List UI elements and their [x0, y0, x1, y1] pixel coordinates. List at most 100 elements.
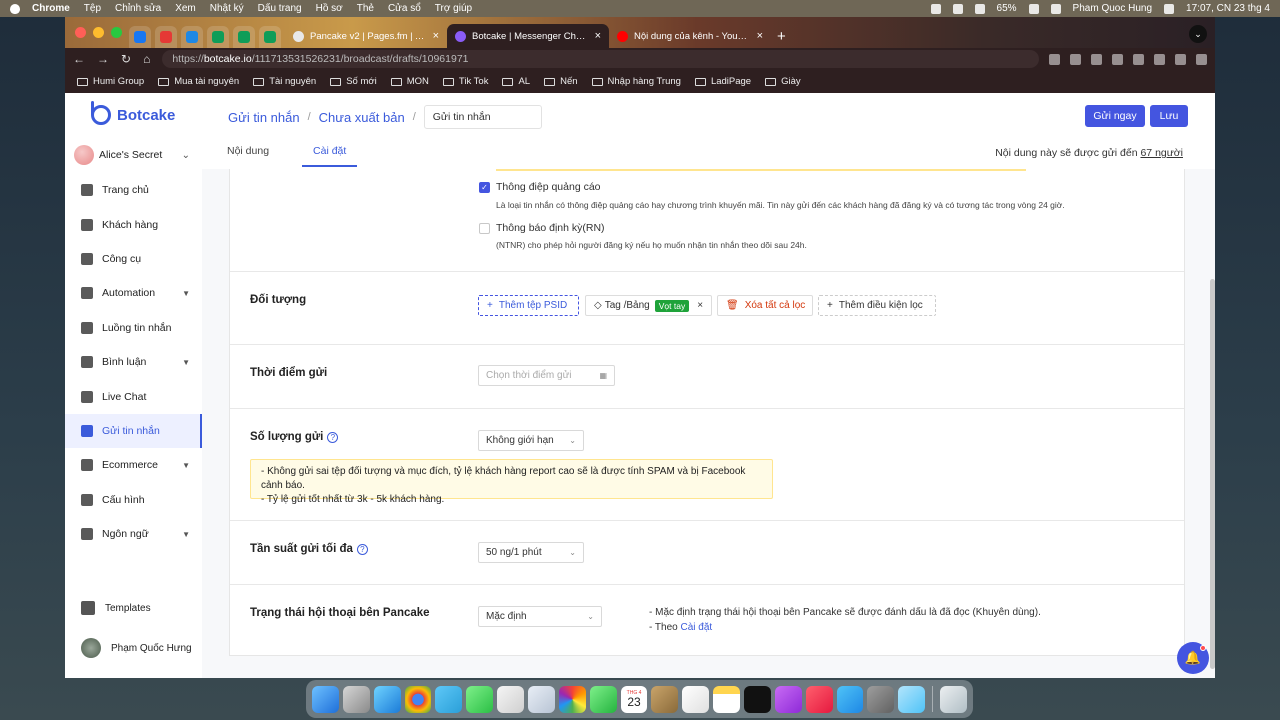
mail-icon[interactable] [528, 685, 555, 713]
pinned-tab-facebook[interactable] [129, 26, 151, 48]
browser-tab-active[interactable]: Botcake | Messenger Chatbot × [447, 24, 609, 48]
sidebar-item-live-chat[interactable]: Live Chat [65, 379, 202, 413]
trash-icon[interactable] [940, 685, 968, 713]
sidebar-item-flows[interactable]: Luồng tin nhắn [65, 311, 202, 345]
add-condition-button[interactable]: + Thêm điều kiện lọc [818, 295, 936, 316]
close-icon[interactable]: × [697, 300, 703, 311]
wifi-icon[interactable] [1050, 3, 1061, 14]
back-icon[interactable]: ← [73, 52, 85, 66]
sidebar-item-comments[interactable]: Bình luận ▼ [65, 345, 202, 379]
menu-item[interactable]: Chỉnh sửa [115, 3, 161, 14]
new-tab-icon[interactable]: + [777, 28, 786, 45]
checkbox-unchecked[interactable] [479, 222, 490, 234]
pinned-tab[interactable] [181, 26, 203, 48]
music-icon[interactable] [805, 685, 833, 713]
more-menu-icon[interactable] [1196, 53, 1207, 65]
apple-icon[interactable] [10, 3, 20, 14]
close-tab-icon[interactable]: × [757, 30, 763, 42]
menu-item[interactable]: Hồ sơ [316, 3, 343, 14]
bookmark-item[interactable]: AL [502, 76, 530, 87]
conversation-state-select[interactable]: Mặc định ⌄ [478, 606, 602, 627]
menu-item[interactable]: Dấu trang [258, 3, 302, 14]
tab-search-icon[interactable]: ⌄ [1189, 25, 1207, 43]
extension-icon[interactable] [1112, 53, 1123, 65]
send-time-picker[interactable]: Chọn thời điểm gửi ▦ [478, 365, 615, 386]
bookmark-item[interactable]: Tik Tok [442, 76, 488, 87]
menu-item[interactable]: Thẻ [357, 3, 374, 14]
reminders-icon[interactable] [682, 685, 710, 713]
close-window-icon[interactable] [75, 27, 86, 38]
menu-item[interactable]: Nhật ký [210, 3, 244, 14]
save-button[interactable]: Lưu [1150, 105, 1188, 127]
tab-settings[interactable]: Cài đặt [302, 145, 358, 167]
bookmark-item[interactable]: Nến [544, 76, 578, 87]
bookmark-item[interactable]: Tài nguyên [253, 76, 316, 87]
settings-link[interactable]: Cài đặt [681, 622, 713, 633]
facetime-icon[interactable] [589, 685, 617, 713]
sidebar-item-settings[interactable]: Cấu hình [65, 483, 202, 517]
tab-content[interactable]: Nội dung [227, 145, 269, 167]
spotlight-icon[interactable] [1164, 3, 1175, 14]
sidebar-item-tools[interactable]: Công cụ [65, 242, 202, 276]
safari-icon[interactable] [373, 685, 401, 713]
question-icon[interactable]: ? [356, 543, 368, 555]
menubar-clock[interactable]: 17:07, CN 23 thg 4 [1186, 3, 1270, 14]
browser-tab[interactable]: Pancake v2 | Pages.fm | Advan × [285, 24, 447, 48]
menu-item[interactable]: Cửa sổ [388, 3, 421, 14]
close-tab-icon[interactable]: × [433, 30, 439, 42]
broadcast-name-input[interactable]: Gửi tin nhắn [423, 105, 542, 129]
clear-filters-button[interactable]: 🗑 Xóa tất cả lọc [717, 295, 813, 316]
frequency-select[interactable]: 50 ng/1 phút ⌄ [478, 542, 584, 563]
page-selector[interactable]: Alice's Secret ⌄ [65, 137, 202, 173]
system-settings-icon[interactable] [867, 685, 895, 713]
user-profile[interactable]: Phạm Quốc Hưng [65, 628, 202, 668]
breadcrumb-link[interactable]: Chưa xuất bản [319, 110, 405, 125]
finder-icon[interactable] [312, 685, 339, 713]
add-psid-button[interactable]: + Thêm tệp PSID [478, 295, 579, 316]
bookmark-item[interactable]: Mua tài nguyên [158, 76, 239, 87]
bluetooth-icon[interactable] [974, 3, 985, 14]
menu-item[interactable]: Xem [175, 3, 196, 14]
app-store-icon[interactable] [836, 685, 864, 713]
photos-icon[interactable] [558, 685, 586, 713]
sidebar-icon[interactable] [1154, 53, 1165, 65]
send-quantity-select[interactable]: Không giới hạn ⌄ [478, 430, 584, 451]
pinned-tab[interactable] [155, 26, 177, 48]
menu-item[interactable]: Trợ giúp [435, 3, 472, 14]
podcasts-icon[interactable] [774, 685, 802, 713]
scrollbar[interactable] [1210, 279, 1215, 669]
reload-icon[interactable]: ↻ [121, 52, 131, 66]
pinned-tab-sheets[interactable] [259, 26, 281, 48]
apple-tv-icon[interactable] [744, 685, 771, 713]
launchpad-icon[interactable] [342, 685, 370, 713]
bookmark-item[interactable]: Humi Group [77, 76, 144, 87]
brand-logo[interactable]: Botcake [65, 93, 202, 137]
bookmark-item[interactable]: LadiPage [694, 76, 751, 87]
option-recurring-notification[interactable]: Thông báo định kỳ(RN) [479, 222, 605, 234]
bookmark-item[interactable]: Số mới [330, 76, 377, 87]
send-now-button[interactable]: Gửi ngay [1085, 105, 1145, 127]
puzzle-icon[interactable] [1133, 53, 1144, 65]
close-tab-icon[interactable]: × [595, 30, 601, 42]
url-field[interactable]: https:// botcake.io /111713531526231/bro… [162, 50, 1039, 68]
sidebar-item-customers[interactable]: Khách hàng [65, 207, 202, 241]
chrome-icon[interactable] [404, 685, 432, 713]
sidebar-item-broadcast[interactable]: Gửi tin nhắn [65, 413, 202, 449]
notes-icon[interactable] [713, 685, 741, 713]
sidebar-item-ecommerce[interactable]: Ecommerce ▼ [65, 448, 202, 482]
minimize-window-icon[interactable] [93, 27, 104, 38]
sidebar-item-templates[interactable]: Templates [65, 588, 202, 628]
menu-app-name[interactable]: Chrome [32, 3, 70, 14]
breadcrumb-link[interactable]: Gửi tin nhắn [228, 110, 300, 125]
google-icon[interactable] [1049, 53, 1060, 65]
messenger-icon[interactable] [952, 3, 963, 14]
calendar-app-icon[interactable]: THG 4 23 [620, 685, 648, 713]
bookmark-star-icon[interactable] [1091, 53, 1102, 65]
tag-filter-chip[interactable]: ◇ Tag /Bảng Vọt tay × [585, 295, 712, 316]
notification-button[interactable]: 🔔 [1177, 642, 1209, 674]
sidebar-item-language[interactable]: Ngôn ngữ ▼ [65, 517, 202, 551]
checkbox-checked[interactable]: ✓ [479, 181, 490, 193]
sidebar-item-automation[interactable]: Automation ▼ [65, 276, 202, 310]
record-icon[interactable] [930, 3, 941, 14]
contacts-icon[interactable] [651, 685, 679, 713]
